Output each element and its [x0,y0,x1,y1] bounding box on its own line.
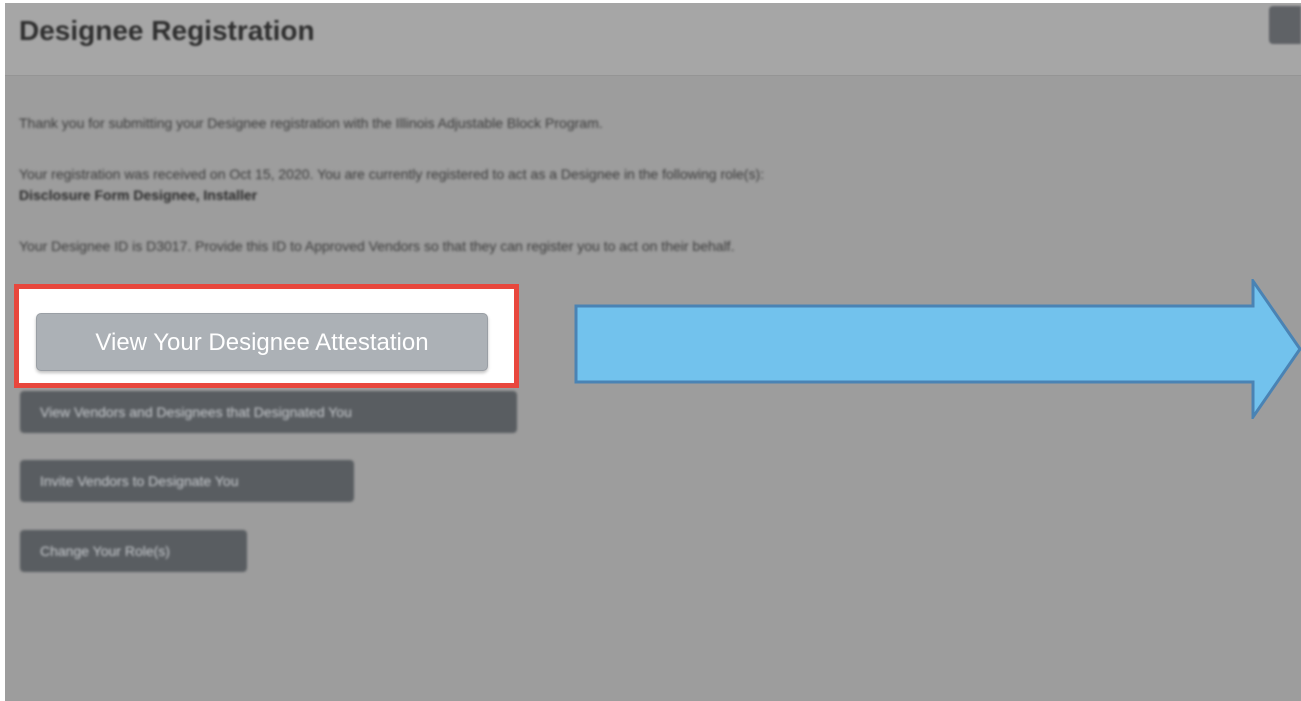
header-corner-button[interactable] [1269,6,1301,44]
highlight-callout-box: View Your Designee Attestation [14,284,519,388]
invite-vendors-button[interactable]: Invite Vendors to Designate You [20,460,354,502]
page-title: Designee Registration [19,15,315,46]
right-arrow-icon [574,279,1301,419]
page: Designee Registration Thank you for subm… [5,3,1301,701]
page-header: Designee Registration [5,3,1301,76]
registration-received-text: Your registration was received on Oct 15… [19,166,765,182]
registered-roles: Disclosure Form Designee, Installer [19,187,258,203]
designee-id-text: Your Designee ID is D3017. Provide this … [19,238,735,254]
thank-you-message: Thank you for submitting your Designee r… [19,115,603,131]
view-designee-attestation-button[interactable]: View Your Designee Attestation [36,313,488,371]
arrow-shape [574,279,1301,419]
view-vendors-designees-button[interactable]: View Vendors and Designees that Designat… [20,391,517,433]
change-roles-button[interactable]: Change Your Role(s) [20,530,247,572]
